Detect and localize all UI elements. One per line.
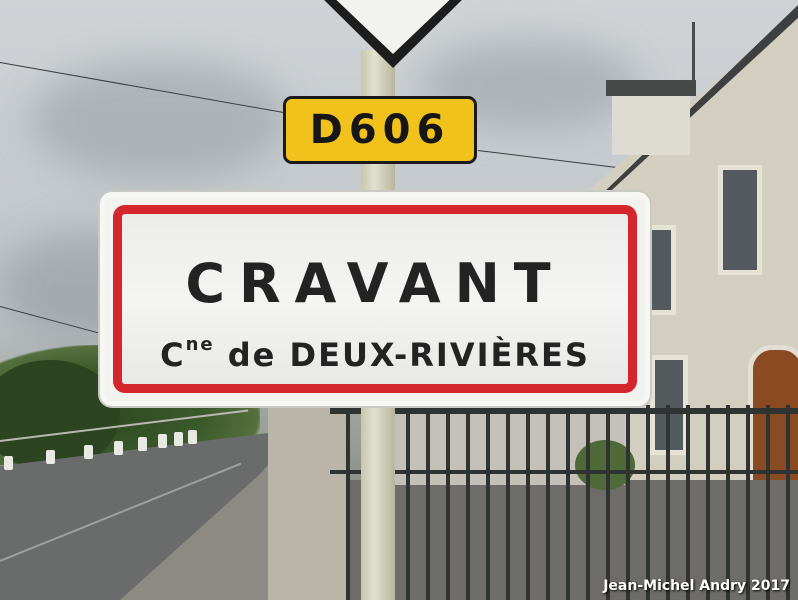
house-window	[718, 165, 762, 275]
commune-line: Cne de DEUX-RIVIÈRES	[122, 334, 628, 374]
photo-credit: Jean-Michel Andry 2017	[603, 578, 790, 594]
route-number-plate: D606	[283, 96, 477, 164]
roadside-post	[114, 441, 123, 455]
photo-scene: D606 CRAVANT Cne de DEUX-RIVIÈRES Jean-M…	[0, 0, 798, 600]
tv-antenna-icon	[692, 22, 695, 82]
cloud	[30, 60, 290, 180]
commune-superscript: ne	[185, 334, 215, 355]
commune-abbr: C	[160, 336, 186, 374]
roadside-post	[46, 450, 55, 464]
sign-red-border: CRAVANT Cne de DEUX-RIVIÈRES	[113, 205, 637, 393]
fence-rail	[330, 408, 798, 414]
town-name: CRAVANT	[185, 252, 565, 315]
yield-sign-icon	[324, 0, 462, 68]
dormer-roof	[606, 80, 696, 96]
roadside-post	[174, 432, 183, 446]
fence-rail	[330, 470, 798, 474]
town-entrance-sign: CRAVANT Cne de DEUX-RIVIÈRES	[100, 192, 650, 406]
roadside-post	[138, 437, 147, 451]
route-number: D606	[309, 107, 451, 153]
roadside-posts	[0, 424, 240, 470]
roadside-post	[188, 430, 197, 444]
iron-fence	[330, 405, 798, 600]
roadside-post	[158, 434, 167, 448]
roadside-post	[84, 445, 93, 459]
roadside-post	[4, 456, 13, 470]
commune-name: de DEUX-RIVIÈRES	[214, 336, 590, 374]
